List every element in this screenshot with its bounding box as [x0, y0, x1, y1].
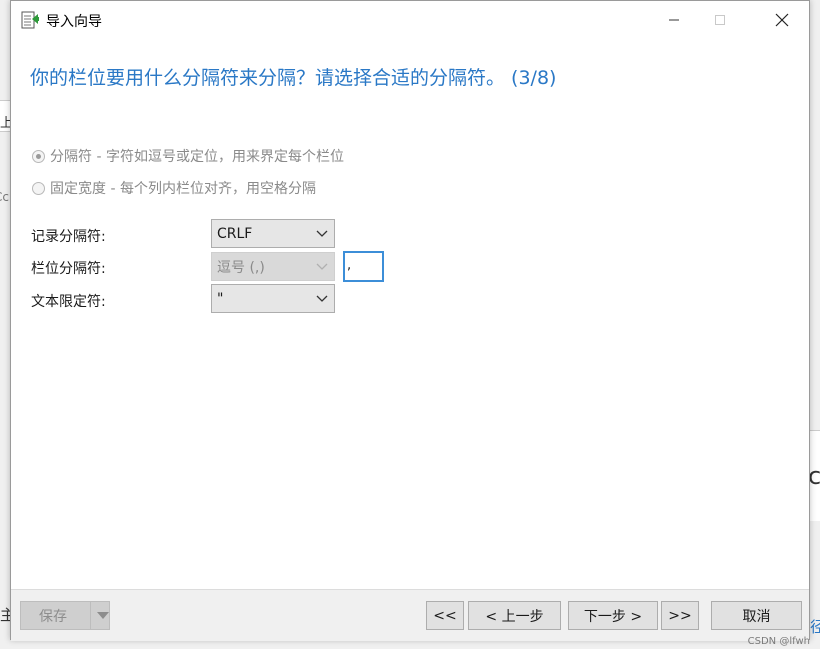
close-icon [775, 13, 789, 27]
record-separator-label: 记录分隔符: [31, 229, 106, 245]
field-separator-select[interactable]: 逗号 (,) [211, 252, 335, 281]
import-wizard-icon [21, 11, 39, 29]
text-qualifier-select[interactable]: " [211, 284, 335, 313]
save-dropdown-icon[interactable] [97, 612, 109, 619]
save-split-divider [90, 602, 91, 629]
radio-delimited[interactable] [32, 149, 45, 163]
record-separator-select[interactable]: CRLF [211, 219, 335, 248]
watermark: CSDN @lfwh [747, 636, 810, 647]
first-step-button[interactable]: << [426, 601, 464, 630]
option-fixed-width[interactable]: 固定宽度 - 每个列内栏位对齐，用空格分隔 [32, 178, 316, 198]
option-fixed-width-label: 固定宽度 - 每个列内栏位对齐，用空格分隔 [50, 181, 316, 197]
previous-step-button[interactable]: < 上一步 [468, 601, 561, 630]
text-qualifier-label: 文本限定符: [31, 294, 106, 310]
minimize-icon [669, 19, 679, 21]
import-wizard-dialog: 导入向导 你的栏位要用什么分隔符来分隔？请选择合适的分隔符。 (3/8) 分隔符… [10, 0, 810, 641]
cancel-button[interactable]: 取消 [711, 601, 802, 630]
field-separator-label: 栏位分隔符: [31, 261, 106, 277]
background-text-left-b: Cc [0, 190, 9, 204]
option-delimited-label: 分隔符 - 字符如逗号或定位，用来界定每个栏位 [50, 149, 344, 165]
record-separator-value: CRLF [217, 225, 253, 242]
text-qualifier-value: " [217, 290, 224, 307]
minimize-button[interactable] [651, 1, 697, 39]
field-separator-value: 逗号 (,) [217, 259, 265, 276]
maximize-button[interactable] [697, 1, 743, 39]
chevron-down-icon [316, 263, 328, 270]
step-heading: 你的栏位要用什么分隔符来分隔？请选择合适的分隔符。 (3/8) [30, 67, 557, 89]
close-button[interactable] [759, 1, 805, 39]
last-step-button[interactable]: >> [661, 601, 699, 630]
custom-separator-input[interactable]: , [343, 251, 384, 282]
chevron-down-icon [316, 295, 328, 302]
background-text-right-b: 径 [810, 618, 820, 636]
option-delimited[interactable]: 分隔符 - 字符如逗号或定位，用来界定每个栏位 [32, 146, 344, 166]
chevron-down-icon [316, 230, 328, 237]
window-title: 导入向导 [46, 14, 102, 30]
title-bar[interactable]: 导入向导 [11, 1, 809, 39]
save-button[interactable]: 保存 [20, 601, 110, 630]
maximize-icon [715, 15, 725, 25]
radio-fixed-width[interactable] [32, 181, 45, 195]
save-button-label: 保存 [39, 608, 67, 625]
wizard-footer: 保存 << < 上一步 下一步 > >> 取消 [11, 589, 809, 641]
next-step-button[interactable]: 下一步 > [568, 601, 658, 630]
